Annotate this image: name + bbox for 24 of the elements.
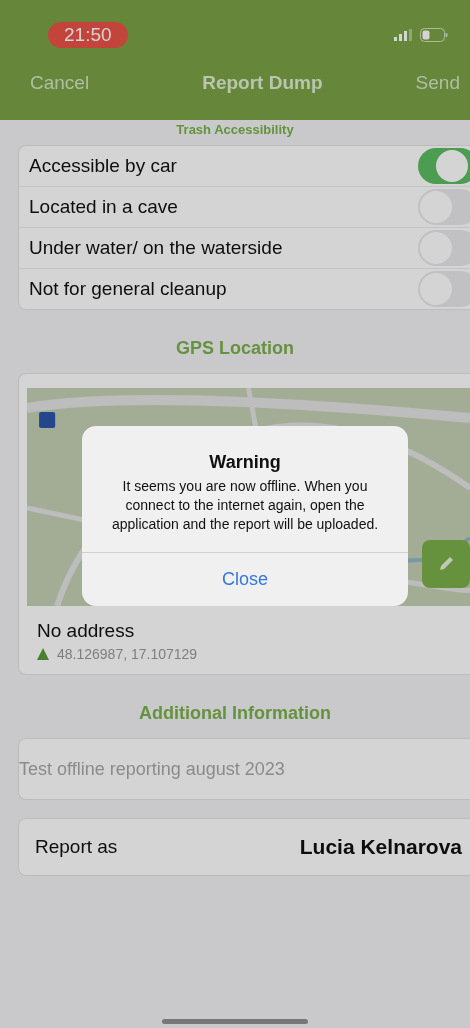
- cancel-button[interactable]: Cancel: [28, 68, 92, 98]
- close-button[interactable]: Close: [82, 551, 408, 606]
- location-icon: [37, 648, 49, 660]
- option-label: Located in a cave: [29, 196, 178, 218]
- send-button[interactable]: Send: [413, 68, 462, 98]
- section-heading: GPS Location: [175, 337, 295, 360]
- section-heading: Additional Information: [138, 702, 332, 725]
- option-label: Not for general cleanup: [29, 278, 227, 300]
- reporter-name: Lucia Kelnarova: [299, 835, 462, 859]
- coordinates-text: 48.126987, 17.107129: [57, 646, 198, 662]
- battery-icon: [420, 28, 448, 42]
- toggle-switch[interactable]: [418, 148, 470, 184]
- signal-icon: [394, 29, 414, 41]
- report-as-label: Report as: [35, 836, 118, 858]
- edit-button[interactable]: [422, 540, 470, 588]
- option-label: Under water/ on the waterside: [29, 237, 283, 259]
- section-heading: Trash Accessibility: [175, 121, 295, 139]
- address-text: No address: [36, 619, 136, 643]
- option-label: Accessible by car: [29, 155, 177, 177]
- dialog-message: It seems you are now offline. When you connect to the internet again, open the application and the report will be uploaded.: [110, 477, 380, 534]
- screen-title: Report Dump: [202, 72, 323, 94]
- note-field[interactable]: Test offline reporting august 2023: [18, 738, 470, 800]
- dialog-title: Warning: [209, 452, 281, 473]
- status-time: 21:50: [48, 22, 128, 48]
